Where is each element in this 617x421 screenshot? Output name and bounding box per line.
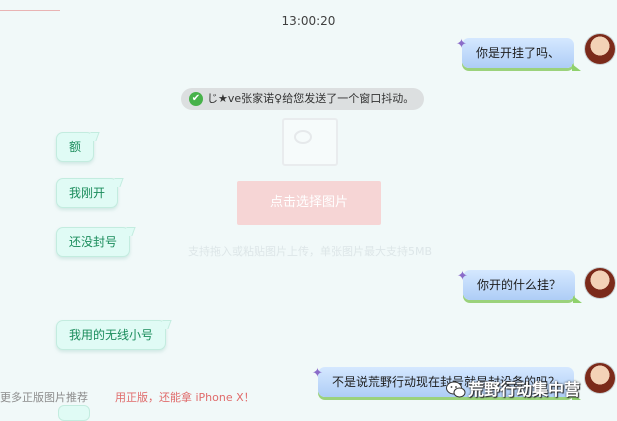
message-text: 还没封号 [69,235,118,249]
upload-hint: 支持拖入或粘贴图片上传，单张图片最大支持5MB [187,245,433,258]
notice-text: じ★ve张家诺♀给您发送了一个窗口抖动。 [207,92,415,105]
image-icon [282,118,338,166]
window-shake-notice: ✔ じ★ve张家诺♀给您发送了一个窗口抖动。 [181,88,425,110]
chat-bubble-left [58,405,90,421]
chat-bubble-left: 还没封号 [56,227,136,257]
watermark: 荒野行动集中营 [468,380,581,399]
avatar[interactable] [585,34,615,64]
divider [0,10,60,11]
chat-bubble-left: 我用的无线小号 [56,320,172,350]
wechat-icon [446,381,466,398]
select-image-button[interactable]: 点击选择图片 [237,181,381,225]
message-text: 我用的无线小号 [69,328,154,342]
chat-bubble-left: 我刚开 [56,178,124,208]
message-text: 你是开挂了吗、 [476,46,561,60]
chat-bubble-right: ✦ 你开的什么挂？ [457,269,583,303]
timestamp: 13:00:20 [281,14,336,28]
avatar[interactable] [585,363,615,393]
kite-icon: ✦ [457,269,468,284]
recommend-label: 更多正版图片推荐 [0,391,88,404]
chat-bubble-left: 额 [56,132,100,162]
message-text: 我刚开 [69,186,106,200]
message-text: 额 [69,140,82,154]
message-text: 你开的什么挂？ [477,278,562,292]
kite-icon: ✦ [456,37,467,52]
check-icon: ✔ [189,92,203,106]
recommend-link[interactable]: 用正版，还能拿 iPhone X！ [115,389,255,405]
avatar[interactable] [585,268,615,298]
chat-bubble-right: ✦ 你是开挂了吗、 [456,37,582,71]
kite-icon: ✦ [312,366,323,381]
